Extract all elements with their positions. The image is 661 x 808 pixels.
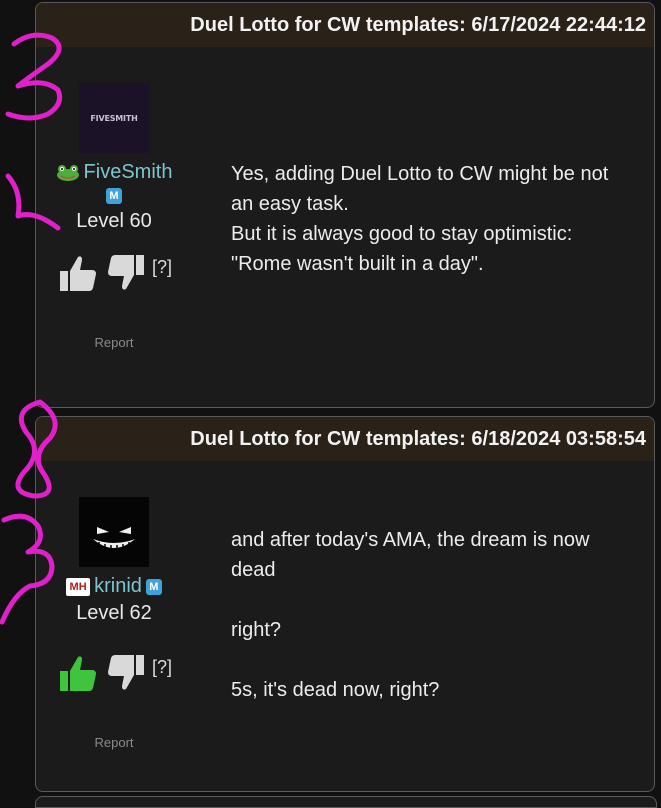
vote-controls: [?] bbox=[36, 651, 192, 695]
post-line: an easy task. bbox=[231, 193, 349, 215]
post-line: dead bbox=[231, 559, 276, 581]
post-title[interactable]: Duel Lotto for CW templates: 6/17/2024 2… bbox=[36, 3, 654, 47]
post-1: Duel Lotto for CW templates: 6/17/2024 2… bbox=[35, 2, 655, 408]
post-line: "Rome wasn't built in a day". bbox=[231, 253, 484, 275]
report-link[interactable]: Report bbox=[36, 335, 192, 350]
vote-controls: [?] bbox=[36, 251, 192, 295]
post-line: 5s, it's dead now, right? bbox=[231, 679, 440, 701]
author-panel: MH krinid M Level 62 [?] Report bbox=[36, 497, 192, 750]
thumbs-up-icon[interactable] bbox=[56, 251, 100, 295]
post-line: Yes, adding Duel Lotto to CW might be no… bbox=[231, 163, 609, 185]
flair-row: M bbox=[36, 188, 192, 206]
post-line: and after today's AMA, the dream is now bbox=[231, 529, 590, 551]
post-body: and after today's AMA, the dream is now … bbox=[231, 525, 654, 705]
avatar[interactable]: FIVESMITH bbox=[79, 83, 149, 153]
author-level: Level 62 bbox=[76, 602, 152, 624]
vote-help-link[interactable]: [?] bbox=[152, 257, 172, 278]
avatar[interactable] bbox=[79, 497, 149, 567]
vote-help-link[interactable]: [?] bbox=[152, 657, 172, 678]
post-line: right? bbox=[231, 619, 282, 641]
report-link[interactable]: Report bbox=[36, 735, 192, 750]
post-title[interactable]: Duel Lotto for CW templates: 6/18/2024 0… bbox=[36, 417, 654, 461]
frog-icon bbox=[56, 164, 79, 181]
author-name-row: FiveSmith bbox=[36, 161, 192, 184]
author-level: Level 60 bbox=[76, 210, 152, 232]
thumbs-down-icon[interactable] bbox=[104, 251, 148, 295]
author-name[interactable]: FiveSmith bbox=[84, 161, 173, 184]
member-flair-icon: M bbox=[145, 578, 162, 595]
thumbs-up-icon[interactable] bbox=[56, 651, 100, 695]
thumbs-down-icon[interactable] bbox=[104, 651, 148, 695]
next-post-edge bbox=[35, 796, 657, 808]
author-name[interactable]: krinid bbox=[94, 575, 142, 598]
grinning-face-icon bbox=[93, 527, 135, 551]
post-2: Duel Lotto for CW templates: 6/18/2024 0… bbox=[35, 416, 655, 792]
member-flair-icon: M bbox=[106, 188, 122, 204]
author-name-row: MH krinid M bbox=[36, 575, 192, 598]
author-badge-icon: MH bbox=[66, 577, 91, 596]
author-panel: FIVESMITH FiveSmith M Level 60 [?] Repor… bbox=[36, 83, 192, 350]
post-body: Yes, adding Duel Lotto to CW might be no… bbox=[231, 159, 654, 279]
post-line: But it is always good to stay optimistic… bbox=[231, 223, 573, 245]
